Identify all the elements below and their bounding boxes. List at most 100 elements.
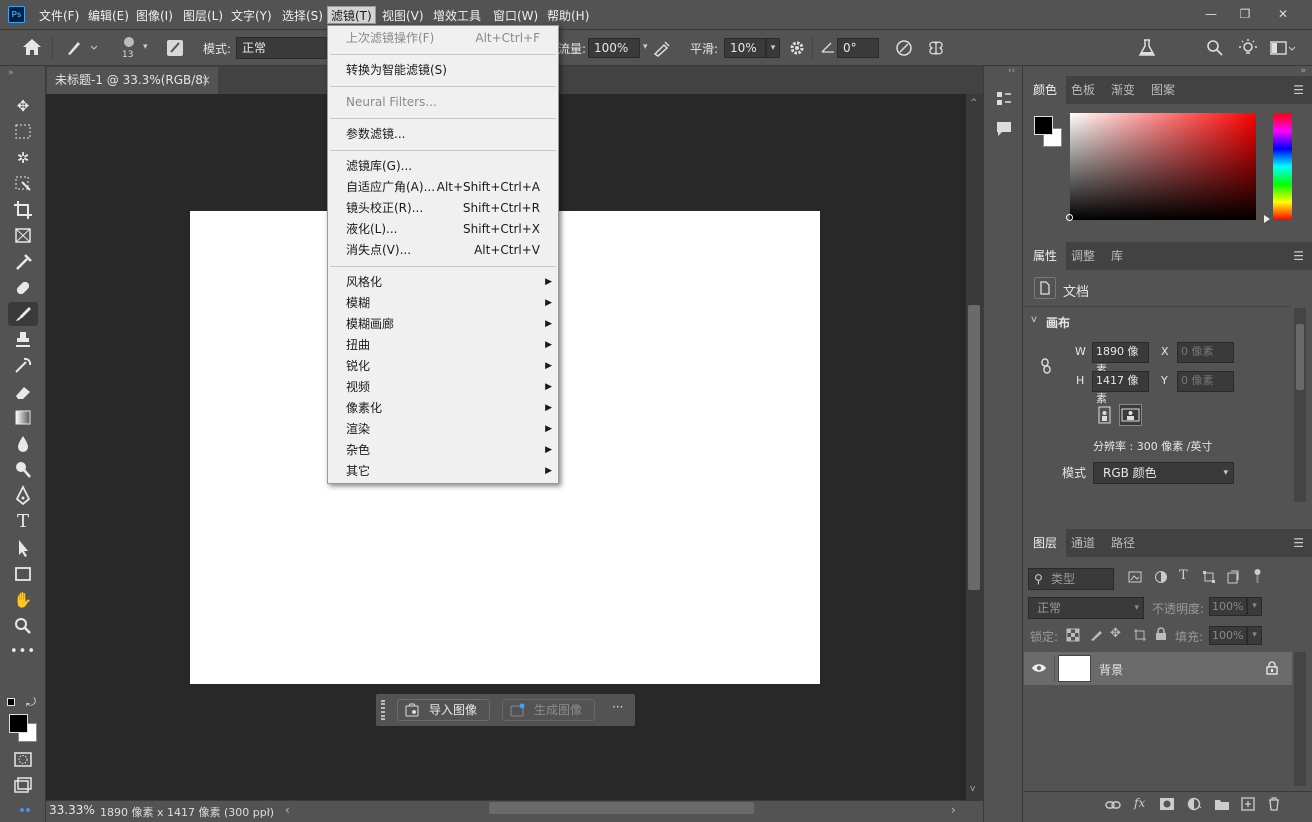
layers-scrollbar[interactable] xyxy=(1294,652,1306,786)
panel-menu-icon[interactable]: ☰ xyxy=(1293,249,1304,263)
foreground-color-swatch[interactable] xyxy=(9,714,28,733)
new-layer-icon[interactable] xyxy=(1241,797,1255,811)
menu-layer[interactable]: 图层(L) xyxy=(180,7,226,25)
angle-input[interactable]: 0° xyxy=(837,38,879,58)
scroll-left-icon[interactable]: ‹ xyxy=(285,803,290,817)
fx-icon[interactable]: fx xyxy=(1134,796,1145,810)
blend-mode-select[interactable]: 正常 ▾ xyxy=(1028,597,1144,619)
menu-item-vanishing-point[interactable]: 消失点(V)... Alt+Ctrl+V xyxy=(328,240,558,261)
filter-toggle-icon[interactable] xyxy=(1254,568,1261,584)
chevron-down-icon[interactable]: v xyxy=(1031,314,1037,325)
object-selection-tool-icon[interactable] xyxy=(8,172,38,196)
more-options-icon[interactable]: ··· xyxy=(612,700,623,714)
collapse-icon[interactable]: ‹‹ xyxy=(1008,66,1015,76)
filter-smart-object-icon[interactable] xyxy=(1226,570,1240,584)
lock-position-icon[interactable]: ✥ xyxy=(1110,626,1121,641)
flow-input[interactable]: 100% xyxy=(588,38,640,58)
submenu-pixelate[interactable]: 像素化 ▶ xyxy=(328,398,558,419)
menu-item-last-filter[interactable]: 上次滤镜操作(F) Alt+Ctrl+F xyxy=(328,28,558,49)
chevron-right-icon[interactable]: › xyxy=(266,803,271,817)
submenu-distort[interactable]: 扭曲 ▶ xyxy=(328,335,558,356)
height-input[interactable]: 1417 像素 xyxy=(1092,371,1149,405)
airbrush-icon[interactable] xyxy=(652,38,672,58)
submenu-noise[interactable]: 杂色 ▶ xyxy=(328,440,558,461)
submenu-other[interactable]: 其它 ▶ xyxy=(328,461,558,482)
eye-icon[interactable] xyxy=(1031,661,1047,675)
tab-layers[interactable]: 图层 xyxy=(1024,529,1067,557)
adjustment-layer-icon[interactable] xyxy=(1187,797,1203,811)
landscape-orientation-icon[interactable] xyxy=(1119,404,1142,426)
hand-tool-icon[interactable]: ✋ xyxy=(8,588,38,612)
crop-tool-icon[interactable] xyxy=(8,198,38,222)
menu-plugins[interactable]: 增效工具 xyxy=(430,7,484,25)
new-group-icon[interactable] xyxy=(1214,797,1230,811)
lock-all-icon[interactable] xyxy=(1155,627,1167,641)
scroll-right-icon[interactable]: › xyxy=(951,803,956,817)
x-input[interactable]: 0 像素 xyxy=(1177,342,1234,363)
edit-toolbar-icon[interactable] xyxy=(8,798,38,822)
tab-swatches[interactable]: 色板 xyxy=(1062,76,1104,104)
layer-filter-select[interactable]: ⚲ 类型 xyxy=(1028,568,1114,590)
panel-menu-icon[interactable]: ☰ xyxy=(1293,536,1304,550)
tab-channels[interactable]: 通道 xyxy=(1062,529,1104,557)
tab-gradients[interactable]: 渐变 xyxy=(1102,76,1144,104)
layer-name[interactable]: 背景 xyxy=(1099,661,1123,678)
submenu-stylize[interactable]: 风格化 ▶ xyxy=(328,272,558,293)
submenu-blur[interactable]: 模糊 ▶ xyxy=(328,293,558,314)
chevron-down-icon[interactable]: ▾ xyxy=(766,38,780,58)
vertical-scroll-thumb[interactable] xyxy=(968,305,980,590)
lasso-tool-icon[interactable]: ✲ xyxy=(8,146,38,170)
menu-type[interactable]: 文字(Y) xyxy=(228,7,275,25)
menu-item-liquify[interactable]: 液化(L)... Shift+Ctrl+X xyxy=(328,219,558,240)
link-icon[interactable] xyxy=(1039,357,1053,375)
menu-item-parametric-filters[interactable]: 参数滤镜... xyxy=(328,124,558,145)
filter-pixel-icon[interactable] xyxy=(1128,570,1142,584)
collapse-icon[interactable]: » xyxy=(8,68,14,78)
blur-tool-icon[interactable] xyxy=(8,432,38,456)
menu-help[interactable]: 帮助(H) xyxy=(544,7,592,25)
history-brush-tool-icon[interactable] xyxy=(8,354,38,378)
hue-slider-handle[interactable] xyxy=(1264,215,1270,223)
y-input[interactable]: 0 像素 xyxy=(1177,371,1234,392)
more-tools-icon[interactable]: ••• xyxy=(8,640,38,664)
submenu-video[interactable]: 视频 ▶ xyxy=(328,377,558,398)
tab-color[interactable]: 颜色 xyxy=(1024,76,1067,104)
foreground-color-swatch[interactable] xyxy=(1034,116,1053,135)
restore-icon[interactable]: ❐ xyxy=(1234,5,1256,23)
gear-icon[interactable] xyxy=(788,39,806,57)
chevron-down-icon[interactable]: ▾ xyxy=(643,42,648,52)
brush-settings-icon[interactable] xyxy=(165,38,185,58)
generate-image-button[interactable]: 生成图像 xyxy=(502,699,595,721)
color-field[interactable] xyxy=(1070,113,1256,220)
tab-adjustments[interactable]: 调整 xyxy=(1062,242,1104,270)
submenu-sharpen[interactable]: 锐化 ▶ xyxy=(328,356,558,377)
chevron-down-icon[interactable]: ▾ xyxy=(1247,626,1262,645)
default-colors-icon[interactable] xyxy=(7,698,15,706)
menu-item-lens-correction[interactable]: 镜头校正(R)... Shift+Ctrl+R xyxy=(328,198,558,219)
quick-mask-icon[interactable] xyxy=(8,748,38,772)
portrait-orientation-icon[interactable] xyxy=(1095,405,1114,425)
layer-row[interactable]: 背景 xyxy=(1024,652,1292,685)
trash-icon[interactable] xyxy=(1267,797,1281,811)
chevron-down-icon[interactable]: ▾ xyxy=(143,42,148,52)
menu-item-neural-filters[interactable]: Neural Filters... xyxy=(328,92,558,113)
drag-handle[interactable] xyxy=(381,700,385,720)
mode-select[interactable]: 正常 xyxy=(236,37,330,59)
eyedropper-tool-icon[interactable] xyxy=(8,250,38,274)
lock-icon[interactable] xyxy=(1266,661,1278,675)
eraser-tool-icon[interactable] xyxy=(8,380,38,404)
workspace-icon[interactable] xyxy=(1270,40,1296,56)
opacity-input[interactable]: 100% xyxy=(1209,597,1247,616)
menu-edit[interactable]: 编辑(E) xyxy=(85,7,132,25)
collapse-icon[interactable]: » xyxy=(1300,66,1306,76)
lightbulb-icon[interactable] xyxy=(1238,38,1258,58)
scroll-down-icon[interactable]: v xyxy=(970,784,975,794)
tab-close-icon[interactable]: × xyxy=(201,67,211,93)
history-panel-icon[interactable] xyxy=(995,90,1013,108)
type-tool-icon[interactable]: T xyxy=(8,510,38,534)
tab-paths[interactable]: 路径 xyxy=(1102,529,1144,557)
import-image-button[interactable]: 导入图像 xyxy=(397,699,490,721)
gradient-tool-icon[interactable] xyxy=(8,406,38,430)
color-picker-handle[interactable] xyxy=(1066,214,1073,221)
minimize-icon[interactable]: — xyxy=(1200,5,1222,23)
